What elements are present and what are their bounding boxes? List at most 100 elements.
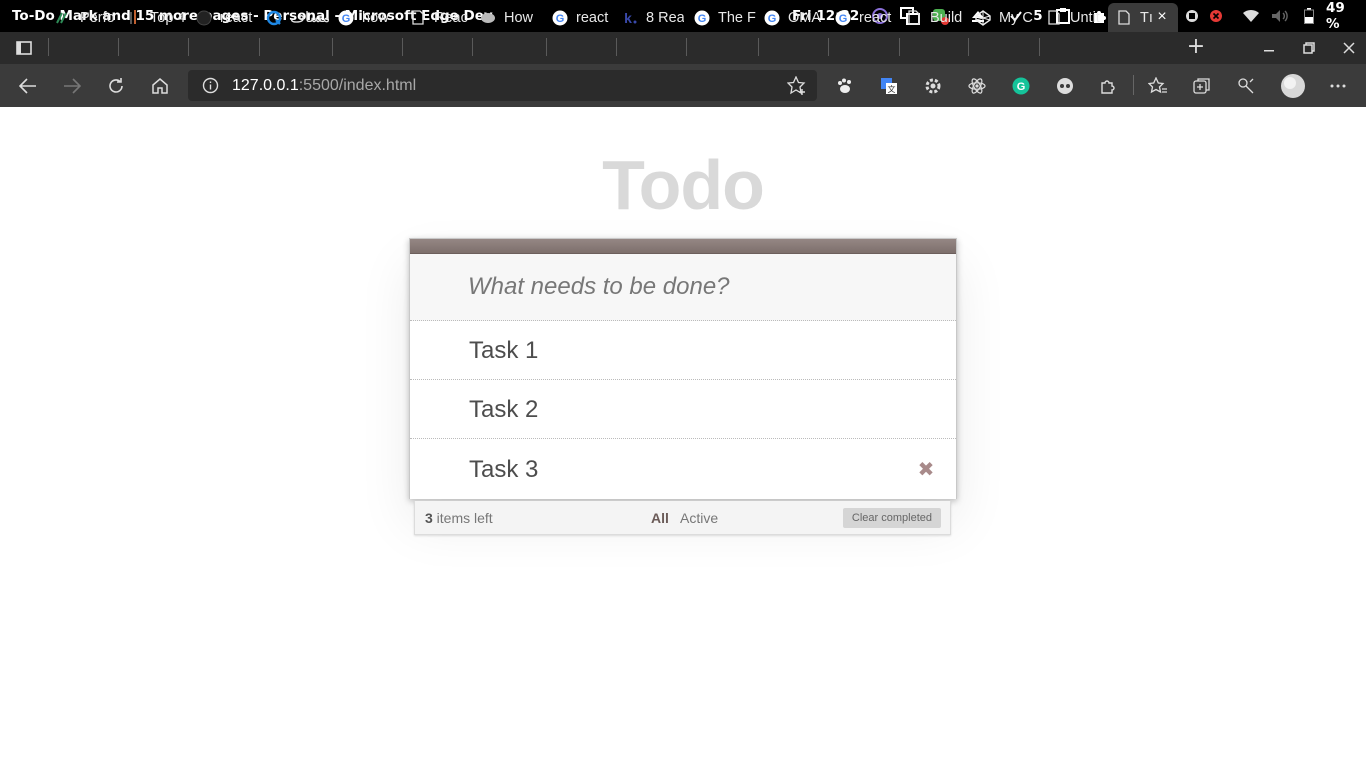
more-menu-icon[interactable] [1327,75,1349,97]
tab-separator [616,38,617,56]
maximize-dot-icon[interactable] [1184,0,1200,32]
performance-icon[interactable] [1235,75,1257,97]
forward-button[interactable] [58,72,86,100]
tab-13[interactable]: Build [906,3,966,32]
site-icon [480,10,496,26]
todo-card: Task 1 Task 2 Task 3 ✖ [409,238,957,499]
tab-15[interactable]: Untit [1046,3,1106,32]
google-icon: G [694,10,710,26]
card-header-bar [410,239,956,254]
settings-extension-icon[interactable] [922,75,944,97]
svg-text:G: G [839,13,848,25]
tab-1[interactable]: Perfo [56,3,116,32]
tab-label: Top 4 [150,9,186,26]
vr-extension-icon[interactable] [1054,75,1076,97]
favorites-icon[interactable] [1147,75,1169,97]
tab-label: react [576,9,609,26]
refresh-button[interactable] [102,72,130,100]
tab-separator [472,38,473,56]
tab-14[interactable]: My C [975,3,1037,32]
todo-label[interactable]: Task 1 [469,321,538,380]
tab-separator [188,38,189,56]
todo-item[interactable]: Task 3 ✖ [410,440,956,499]
tab-strip [0,32,1366,64]
grammarly-icon[interactable]: G [1010,75,1032,97]
svg-text:G: G [556,13,565,25]
tab-actions-icon[interactable] [10,34,38,62]
window-close-button[interactable] [1337,36,1361,60]
tab-9[interactable]: k 8 Rea [622,3,684,32]
tab-label: 8 Rea [646,9,684,26]
window-minimize-button[interactable] [1257,36,1281,60]
tab-separator [402,38,403,56]
tab-favicon [126,9,142,26]
filter-all[interactable]: All [651,510,669,526]
tab-6[interactable]: Reac [410,3,470,32]
collections-icon[interactable] [1191,75,1213,97]
toolbar-separator [1133,75,1134,95]
items-left-text: items left [432,510,493,526]
tab-separator [332,38,333,56]
window-restore-button[interactable] [1297,36,1321,60]
new-tab-button[interactable]: + [1184,36,1208,60]
svg-text:文: 文 [888,84,896,94]
react-devtools-icon[interactable] [966,75,988,97]
tab-separator [546,38,547,56]
battery-percent: 49 % [1326,0,1345,32]
k-icon: k [622,10,638,26]
page-viewport: Todo Task 1 Task 2 Task 3 ✖ 3 items left… [0,107,1366,768]
new-todo-input[interactable] [468,267,938,307]
items-left-number: 3 [425,510,433,526]
tab-label: react [859,9,892,26]
github-icon [196,10,212,26]
back-button[interactable] [14,72,42,100]
home-button[interactable] [146,72,174,100]
todo-filters: All Active [651,501,726,535]
paw-extension-icon[interactable] [834,75,856,97]
tab-label: Untit [1070,9,1100,26]
delete-todo-icon[interactable]: ✖ [916,459,936,479]
close-tab-icon[interactable]: × [1154,9,1170,25]
tab-10[interactable]: G The F [694,3,756,32]
items-left-count: 3 items left [425,501,493,535]
tab-16-active[interactable]: Tı × [1108,3,1178,32]
tab-separator [686,38,687,56]
svg-text:G: G [1017,81,1026,93]
profile-avatar[interactable] [1280,73,1306,99]
google-icon: G [552,10,568,26]
page-icon [1116,10,1132,26]
wifi-icon[interactable] [1241,0,1261,32]
tab-8[interactable]: G react [552,3,614,32]
close-dot-icon[interactable] [1208,0,1224,32]
tab-5[interactable]: G how [338,3,400,32]
filter-active[interactable]: Active [680,510,718,526]
tab-2[interactable]: Top 4 [126,3,186,32]
url-path: :5500/index.html [298,77,417,94]
todo-item[interactable]: Task 1 [410,321,956,380]
tab-label: Reac [434,9,468,26]
tab-3[interactable]: react [196,3,256,32]
svg-text:G: G [768,13,777,25]
svg-text:G: G [698,13,707,25]
clear-completed-button[interactable]: Clear completed [842,508,941,528]
add-favorite-icon[interactable] [786,75,807,96]
tab-4[interactable]: مساف [266,3,330,32]
tab-separator [48,38,49,56]
svg-text:G: G [342,13,351,25]
translate-extension-icon[interactable]: 文 [878,75,900,97]
tab-11[interactable]: G OMA [764,3,826,32]
battery-icon[interactable] [1303,0,1315,32]
tab-separator [118,38,119,56]
todo-footer: 3 items left All Active Clear completed [414,501,951,535]
address-bar[interactable]: 127.0.0.1:5500/index.html [188,70,817,101]
tab-7[interactable]: How [480,3,544,32]
todo-label[interactable]: Task 3 [469,440,538,499]
site-info-icon[interactable] [202,77,219,94]
volume-icon[interactable] [1270,0,1290,32]
tab-label: Build [930,9,963,26]
extensions-icon[interactable] [1098,75,1120,97]
google-icon: G [835,10,851,26]
todo-item[interactable]: Task 2 [410,380,956,439]
todo-label[interactable]: Task 2 [469,380,538,439]
tab-12[interactable]: G react [835,3,897,32]
